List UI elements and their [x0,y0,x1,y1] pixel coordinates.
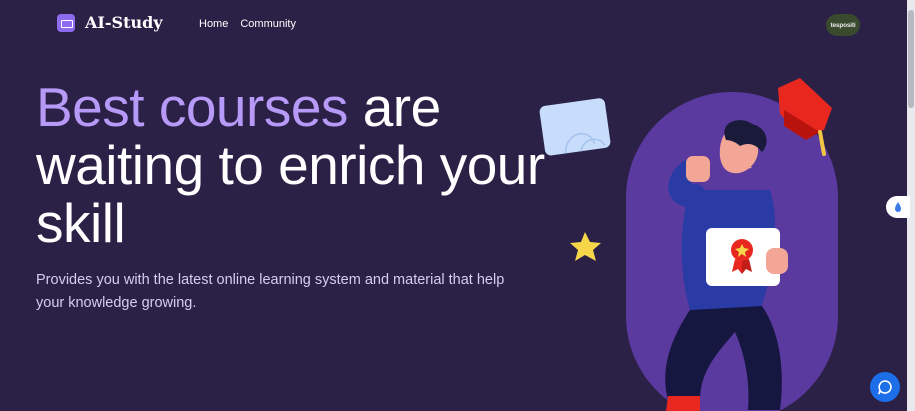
logo-icon [57,13,75,32]
side-widget-icon [895,202,901,212]
main-nav: Home Community [199,18,296,30]
avatar-text: tespositi [830,21,856,29]
floating-card [539,98,611,156]
hero-title-accent: Best courses [36,76,348,138]
hero-title: Best courses are waiting to enrich your … [36,78,556,252]
chat-button[interactable] [870,372,900,402]
nav-home-link[interactable]: Home [199,18,228,30]
side-widget-tab[interactable] [886,196,910,218]
user-avatar[interactable]: tespositi [826,14,860,36]
logo[interactable]: AI-Study [57,13,163,32]
star-shape [570,232,601,261]
logo-text: AI-Study [85,13,163,32]
hero-illustration [539,78,838,411]
hero-subtitle: Provides you with the latest online lear… [36,272,505,311]
scrollbar-thumb[interactable] [908,10,914,108]
nav-community-link[interactable]: Community [240,18,296,30]
chat-icon [878,380,892,395]
